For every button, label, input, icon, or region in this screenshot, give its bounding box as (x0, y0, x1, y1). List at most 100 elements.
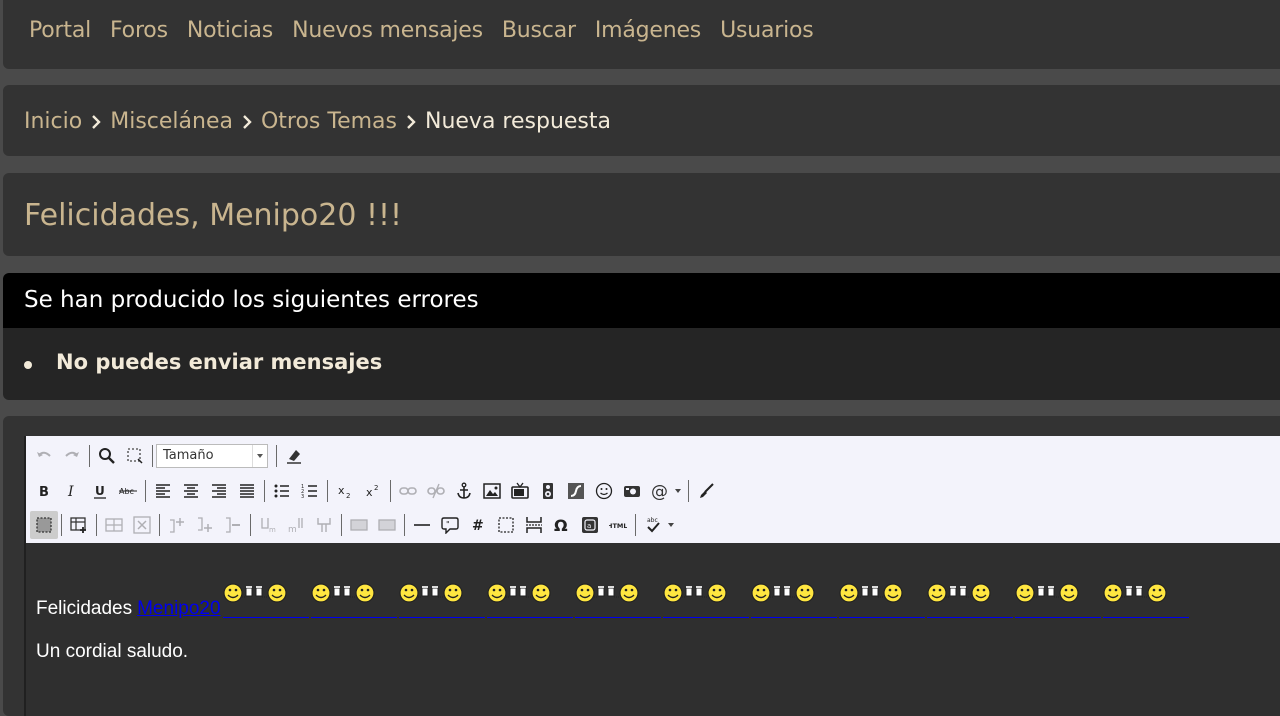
numbered-list-icon[interactable]: 123 (296, 477, 324, 505)
align-right-icon[interactable] (205, 477, 233, 505)
div-icon[interactable] (492, 511, 520, 539)
link-icon[interactable] (394, 477, 422, 505)
editor-toolbar: Tamaño B I U Abc 123 x 2 x 2 @ m m " # Ω… (26, 436, 1280, 543)
breadcrumb: Inicio Miscelánea Otros Temas Nueva resp… (24, 109, 611, 134)
nav-link-foros[interactable]: Foros (110, 18, 168, 43)
toolbar-separator (327, 480, 328, 502)
toolbar-separator (404, 514, 405, 536)
nav-link-portal[interactable]: Portal (29, 18, 91, 43)
unlink-icon[interactable] (422, 477, 450, 505)
flash-icon[interactable] (562, 477, 590, 505)
toolbar-separator (341, 514, 342, 536)
horizontal-rule-icon[interactable] (408, 511, 436, 539)
screenshot-icon[interactable] (618, 477, 646, 505)
split-cell-icon[interactable] (128, 511, 156, 539)
editor-content[interactable]: Felicidades Menipo20 Un cordial saludo. (26, 543, 1280, 716)
chevron-down-icon[interactable] (674, 477, 682, 505)
toolbar-separator (145, 480, 146, 502)
page-break-icon[interactable] (520, 511, 548, 539)
smiley-icon[interactable] (590, 477, 618, 505)
nav-link-nuevos-mensajes[interactable]: Nuevos mensajes (292, 18, 483, 43)
align-justify-icon[interactable] (233, 477, 261, 505)
special-char-icon[interactable]: Ω (548, 511, 576, 539)
svg-text:U: U (95, 484, 105, 498)
cheers-smiley-icon[interactable] (926, 582, 1013, 618)
svg-text:a: a (587, 522, 591, 530)
insert-before-icon[interactable] (345, 511, 373, 539)
chevron-right-icon (92, 114, 101, 129)
svg-text:m: m (269, 526, 276, 534)
quote-icon[interactable]: " (436, 511, 464, 539)
cheers-smiley-icon[interactable] (1014, 582, 1101, 618)
toolbar-separator (96, 514, 97, 536)
show-blocks-icon[interactable] (30, 511, 58, 539)
editor-text-line-2: Un cordial saludo. (36, 641, 189, 662)
italic-icon[interactable]: I (58, 477, 86, 505)
error-panel: Se han producido los siguientes errores … (3, 273, 1280, 400)
breadcrumb-inicio[interactable]: Inicio (24, 109, 82, 134)
nav-link-noticias[interactable]: Noticias (187, 18, 273, 43)
svg-text:m: m (288, 525, 297, 534)
audio-icon[interactable] (534, 477, 562, 505)
editor-text: Felicidades (36, 598, 133, 619)
underline-icon[interactable]: U (86, 477, 114, 505)
delete-row-icon[interactable] (219, 511, 247, 539)
rich-text-editor: Tamaño B I U Abc 123 x 2 x 2 @ m m " # Ω… (24, 436, 1280, 716)
breadcrumb-otros-temas[interactable]: Otros Temas (261, 109, 397, 134)
insert-row-before-icon[interactable] (163, 511, 191, 539)
undo-icon[interactable] (30, 442, 58, 470)
anchor-icon[interactable] (450, 477, 478, 505)
cheers-smiley-icon[interactable] (486, 582, 573, 618)
cheers-smiley-icon[interactable] (838, 582, 925, 618)
cheers-smiley-icon[interactable] (222, 582, 309, 618)
error-list: No puedes enviar mensajes (3, 350, 1280, 374)
hashtag-icon[interactable]: # (464, 511, 492, 539)
superscript-icon[interactable]: x2 (359, 477, 387, 505)
nav-link-usuarios[interactable]: Usuarios (720, 18, 814, 43)
select-all-icon[interactable] (121, 442, 149, 470)
bullet-list-icon[interactable] (268, 477, 296, 505)
toolbar-separator (635, 514, 636, 536)
merge-cells-icon[interactable] (100, 511, 128, 539)
insert-after-icon[interactable] (373, 511, 401, 539)
chevron-down-icon[interactable] (667, 511, 675, 539)
nav-link-buscar[interactable]: Buscar (502, 18, 576, 43)
chevron-right-icon (243, 114, 252, 129)
cheers-smiley-icon[interactable] (310, 582, 397, 618)
spellcheck-brush-icon[interactable] (692, 477, 720, 505)
breadcrumb-miscelanea[interactable]: Miscelánea (110, 109, 233, 134)
cheers-smiley-icon[interactable] (750, 582, 837, 618)
cheers-smiley-icon[interactable] (574, 582, 661, 618)
html-icon[interactable]: HTML (604, 511, 632, 539)
insert-row-after-icon[interactable] (191, 511, 219, 539)
bold-icon[interactable]: B (30, 477, 58, 505)
editor-panel: Tamaño B I U Abc 123 x 2 x 2 @ m m " # Ω… (3, 416, 1280, 716)
nav-link-imagenes[interactable]: Imágenes (595, 18, 701, 43)
strikethrough-icon[interactable]: Abc (114, 477, 142, 505)
toolbar-separator (89, 445, 90, 467)
delete-col-icon[interactable] (310, 511, 338, 539)
mention-link[interactable]: Menipo20 (137, 598, 220, 620)
cheers-smiley-icon[interactable] (1102, 582, 1189, 618)
image-icon[interactable] (478, 477, 506, 505)
breadcrumb-panel: Inicio Miscelánea Otros Temas Nueva resp… (3, 85, 1280, 156)
toolbar-separator (390, 480, 391, 502)
error-item: No puedes enviar mensajes (3, 350, 1280, 374)
cheers-smiley-icon[interactable] (398, 582, 485, 618)
align-center-icon[interactable] (177, 477, 205, 505)
cheers-smiley-icon[interactable] (662, 582, 749, 618)
spellcheck-icon[interactable]: abc (639, 511, 667, 539)
subscript-icon[interactable]: x2 (331, 477, 359, 505)
video-icon[interactable] (506, 477, 534, 505)
font-size-select[interactable]: Tamaño (156, 444, 268, 468)
top-navigation: Portal Foros Noticias Nuevos mensajes Bu… (3, 0, 1280, 69)
redo-icon[interactable] (58, 442, 86, 470)
table-icon[interactable] (65, 511, 93, 539)
insert-col-before-icon[interactable]: m (254, 511, 282, 539)
find-icon[interactable] (93, 442, 121, 470)
remove-format-icon[interactable] (280, 442, 308, 470)
align-left-icon[interactable] (149, 477, 177, 505)
insert-col-after-icon[interactable]: m (282, 511, 310, 539)
mention-icon[interactable]: @ (646, 477, 674, 505)
code-icon[interactable]: a (576, 511, 604, 539)
